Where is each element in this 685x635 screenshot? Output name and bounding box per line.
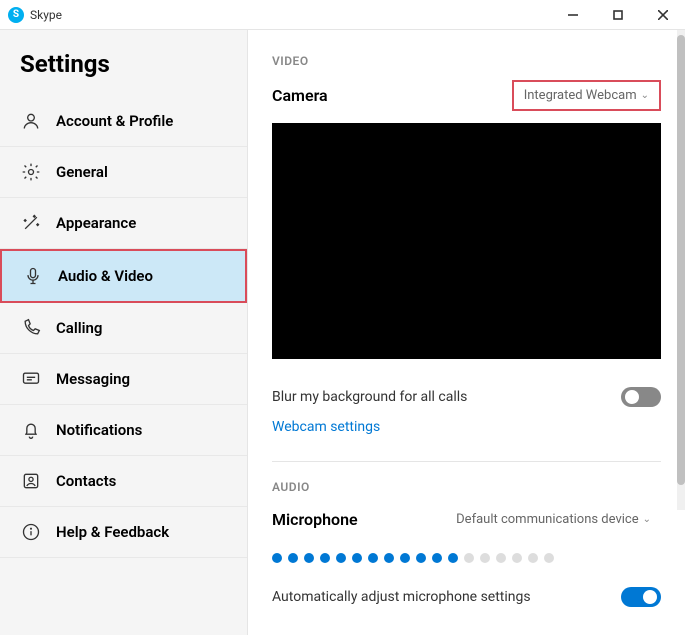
microphone-icon <box>22 265 44 287</box>
level-dot <box>512 553 522 563</box>
sidebar-item-label: Appearance <box>56 214 136 232</box>
level-dot <box>272 553 282 563</box>
microphone-selected-value: Default communications device <box>456 512 638 527</box>
info-icon <box>20 521 42 543</box>
window-title: Skype <box>30 8 62 22</box>
level-dot <box>320 553 330 563</box>
sidebar-item-label: Notifications <box>56 421 142 439</box>
video-section-label: VIDEO <box>272 54 661 68</box>
microphone-dropdown[interactable]: Default communications device ⌄ <box>446 506 661 533</box>
phone-icon <box>20 317 42 339</box>
level-dot <box>384 553 394 563</box>
microphone-level-meter <box>272 545 661 581</box>
audio-section-label: AUDIO <box>272 480 661 494</box>
main-panel: VIDEO Camera Integrated Webcam ⌄ Blur my… <box>248 30 685 635</box>
person-icon <box>20 110 42 132</box>
sidebar-item-account-profile[interactable]: Account & Profile <box>0 96 247 147</box>
level-dot <box>496 553 506 563</box>
sidebar-item-label: Calling <box>56 319 102 337</box>
microphone-label: Microphone <box>272 510 358 529</box>
chevron-down-icon: ⌄ <box>641 90 649 101</box>
level-dot <box>304 553 314 563</box>
webcam-settings-link[interactable]: Webcam settings <box>272 413 380 451</box>
sidebar-item-help-feedback[interactable]: Help & Feedback <box>0 507 247 558</box>
level-dot <box>448 553 458 563</box>
level-dot <box>288 553 298 563</box>
level-dot <box>432 553 442 563</box>
window-controls <box>550 0 685 30</box>
contacts-icon <box>20 470 42 492</box>
sidebar-item-label: Contacts <box>56 472 116 490</box>
camera-selected-value: Integrated Webcam <box>524 88 637 103</box>
sidebar-item-calling[interactable]: Calling <box>0 303 247 354</box>
auto-adjust-mic-label: Automatically adjust microphone settings <box>272 589 531 605</box>
blur-background-toggle[interactable] <box>621 387 661 407</box>
blur-background-label: Blur my background for all calls <box>272 389 467 405</box>
sidebar-item-label: Account & Profile <box>56 112 173 130</box>
sidebar-item-label: Help & Feedback <box>56 523 169 541</box>
level-dot <box>480 553 490 563</box>
level-dot <box>400 553 410 563</box>
level-dot <box>464 553 474 563</box>
sidebar-item-label: Audio & Video <box>58 267 153 285</box>
sidebar-item-appearance[interactable]: Appearance <box>0 198 247 249</box>
divider <box>272 461 661 462</box>
level-dot <box>544 553 554 563</box>
level-dot <box>336 553 346 563</box>
close-button[interactable] <box>640 0 685 30</box>
skype-logo-icon: S <box>8 7 24 23</box>
wand-icon <box>20 212 42 234</box>
minimize-button[interactable] <box>550 0 595 30</box>
auto-adjust-mic-toggle[interactable] <box>621 587 661 607</box>
chevron-down-icon: ⌄ <box>643 514 651 525</box>
sidebar-item-label: Messaging <box>56 370 130 388</box>
titlebar: S Skype <box>0 0 685 30</box>
camera-label: Camera <box>272 86 328 105</box>
sidebar-item-messaging[interactable]: Messaging <box>0 354 247 405</box>
level-dot <box>352 553 362 563</box>
sidebar-item-contacts[interactable]: Contacts <box>0 456 247 507</box>
camera-preview <box>272 123 661 359</box>
sidebar-item-notifications[interactable]: Notifications <box>0 405 247 456</box>
titlebar-left: S Skype <box>0 7 62 23</box>
level-dot <box>368 553 378 563</box>
level-dot <box>528 553 538 563</box>
settings-sidebar: Settings Account & Profile General Appea… <box>0 30 248 635</box>
sidebar-item-general[interactable]: General <box>0 147 247 198</box>
sidebar-item-audio-video[interactable]: Audio & Video <box>0 249 247 303</box>
sidebar-title: Settings <box>0 50 247 96</box>
scrollbar-thumb[interactable] <box>677 35 685 485</box>
sidebar-item-label: General <box>56 163 108 181</box>
maximize-button[interactable] <box>595 0 640 30</box>
chat-icon <box>20 368 42 390</box>
scrollbar-track[interactable] <box>677 30 685 510</box>
level-dot <box>416 553 426 563</box>
camera-dropdown[interactable]: Integrated Webcam ⌄ <box>512 80 661 111</box>
toggle-knob <box>643 590 657 604</box>
bell-icon <box>20 419 42 441</box>
toggle-knob <box>625 390 639 404</box>
gear-icon <box>20 161 42 183</box>
